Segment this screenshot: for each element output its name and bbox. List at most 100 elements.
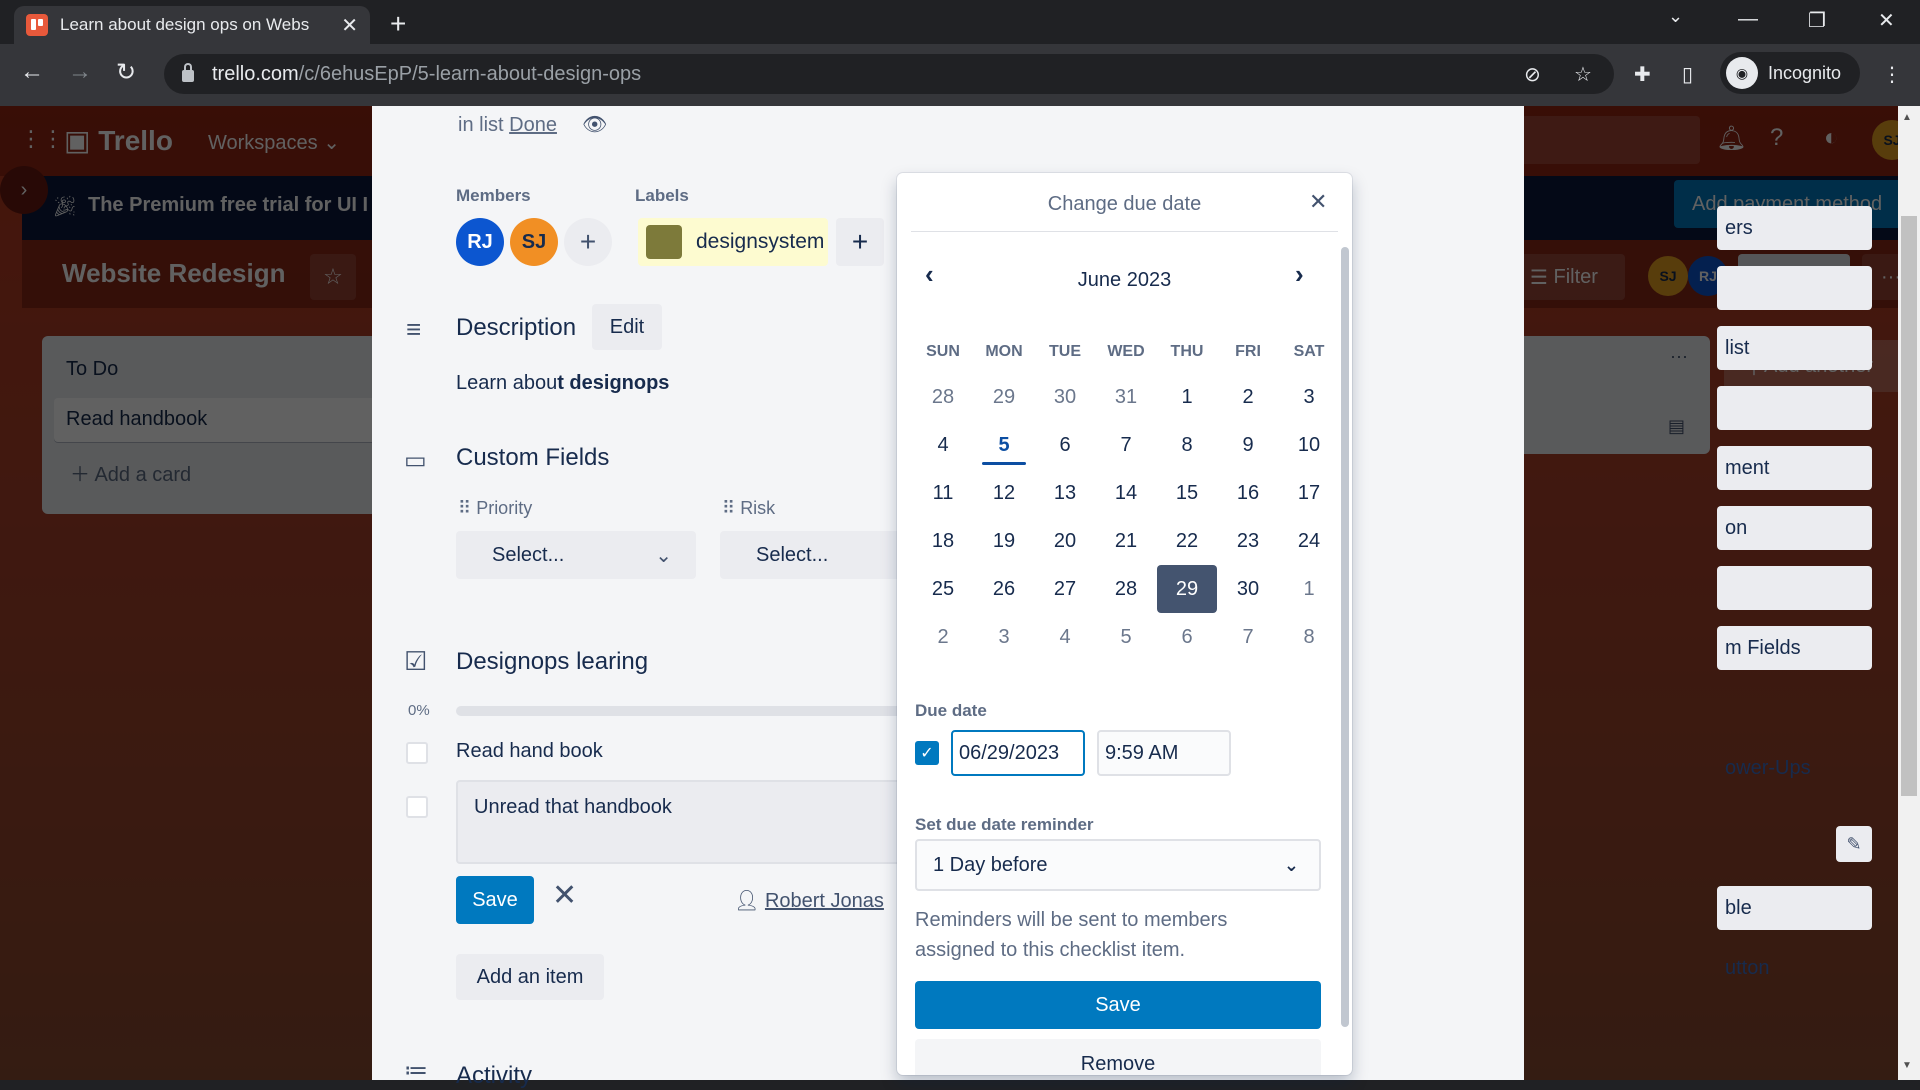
sidebar-button[interactable] <box>1717 266 1872 310</box>
scroll-down-icon[interactable]: ▼ <box>1902 1060 1912 1071</box>
calendar-day[interactable]: 4 <box>1035 613 1095 661</box>
edit-pencil-icon[interactable]: ✎ <box>1836 826 1872 862</box>
calendar-day[interactable]: 13 <box>1035 469 1095 517</box>
calendar-day[interactable]: 2 <box>913 613 973 661</box>
remove-due-date-button[interactable]: Remove <box>915 1039 1321 1075</box>
sidebar-button[interactable]: on <box>1725 517 1747 540</box>
calendar-day[interactable]: 7 <box>1218 613 1278 661</box>
calendar-day[interactable]: 30 <box>1218 565 1278 613</box>
calendar-day[interactable]: 6 <box>1157 613 1217 661</box>
list-link[interactable]: Done <box>509 114 557 136</box>
save-item-button[interactable]: Save <box>456 876 534 924</box>
calendar-day[interactable]: 8 <box>1279 613 1339 661</box>
bookmark-star-icon[interactable]: ☆ <box>1574 62 1592 87</box>
browser-tab[interactable]: Learn about design ops on Webs ✕ <box>14 6 370 44</box>
calendar-day[interactable]: 18 <box>913 517 973 565</box>
forward-icon[interactable]: → <box>68 58 92 86</box>
calendar-day[interactable]: 3 <box>1279 373 1339 421</box>
calendar-day[interactable]: 8 <box>1157 421 1217 469</box>
member-avatar[interactable]: SJ <box>510 218 558 266</box>
calendar-day[interactable]: 28 <box>913 373 973 421</box>
calendar-day[interactable]: 27 <box>1035 565 1095 613</box>
scroll-up-icon[interactable]: ▲ <box>1902 112 1912 123</box>
restore-icon[interactable]: ❐ <box>1808 8 1826 33</box>
save-due-date-button[interactable]: Save <box>915 981 1321 1029</box>
close-window-icon[interactable]: ✕ <box>1878 8 1895 33</box>
calendar-day[interactable]: 5 <box>974 421 1034 469</box>
sidebar-button[interactable] <box>1717 386 1872 430</box>
checklist-item-text[interactable]: Read hand book <box>456 740 603 763</box>
calendar-day[interactable]: 3 <box>974 613 1034 661</box>
calendar-day[interactable]: 1 <box>1279 565 1339 613</box>
time-input[interactable]: 9:59 AM <box>1097 730 1231 776</box>
calendar-day[interactable]: 28 <box>1096 565 1156 613</box>
checklist-checkbox[interactable] <box>406 742 428 764</box>
sidebar-button[interactable]: ers <box>1725 217 1753 240</box>
calendar-day[interactable]: 20 <box>1035 517 1095 565</box>
incognito-profile[interactable]: ◉ Incognito <box>1720 52 1860 94</box>
calendar-day[interactable]: 26 <box>974 565 1034 613</box>
date-input[interactable]: 06/29/2023 <box>951 730 1085 776</box>
minimize-icon[interactable]: — <box>1738 8 1758 31</box>
extensions-icon[interactable]: ✚ <box>1634 62 1651 87</box>
add-label-button[interactable]: + <box>836 218 884 266</box>
side-panel-icon[interactable]: ▯ <box>1682 62 1693 87</box>
calendar-day[interactable]: 1 <box>1157 373 1217 421</box>
calendar-day[interactable]: 30 <box>1035 373 1095 421</box>
calendar-day[interactable]: 24 <box>1279 517 1339 565</box>
calendar-day[interactable]: 12 <box>974 469 1034 517</box>
address-bar[interactable]: trello.com/c/6ehusEpP/5-learn-about-desi… <box>164 54 1614 94</box>
checklist-title[interactable]: Designops learing <box>456 648 648 676</box>
close-popover-icon[interactable]: ✕ <box>1309 189 1327 215</box>
calendar-day[interactable]: 2 <box>1218 373 1278 421</box>
calendar-day[interactable]: 23 <box>1218 517 1278 565</box>
add-member-button[interactable]: + <box>564 218 612 266</box>
calendar-day[interactable]: 6 <box>1035 421 1095 469</box>
label-chip[interactable]: designsystem <box>638 218 828 266</box>
sidebar-button[interactable] <box>1717 566 1872 610</box>
add-item-button[interactable]: Add an item <box>456 954 604 1000</box>
calendar-day[interactable]: 10 <box>1279 421 1339 469</box>
calendar-day[interactable]: 7 <box>1096 421 1156 469</box>
reminder-select[interactable]: 1 Day before ⌄ <box>915 839 1321 891</box>
sidebar-button[interactable]: ment <box>1725 457 1769 480</box>
cancel-edit-icon[interactable]: ✕ <box>552 878 577 913</box>
calendar-day[interactable]: 29 <box>1157 565 1217 613</box>
calendar-day[interactable]: 22 <box>1157 517 1217 565</box>
calendar-day[interactable]: 21 <box>1096 517 1156 565</box>
watch-eye-icon[interactable]: 👁︎ <box>582 112 607 137</box>
edit-description-button[interactable]: Edit <box>592 304 662 350</box>
calendar-day[interactable]: 29 <box>974 373 1034 421</box>
assign-member-button[interactable]: 👤︎ Robert Jonas <box>734 888 884 913</box>
browser-menu-icon[interactable]: ⋮ <box>1882 62 1902 87</box>
sidebar-button[interactable]: list <box>1725 337 1749 360</box>
sidebar-button[interactable]: ble <box>1725 897 1752 920</box>
sidebar-button[interactable]: m Fields <box>1725 637 1801 660</box>
calendar-day[interactable]: 31 <box>1096 373 1156 421</box>
calendar-day[interactable]: 4 <box>913 421 973 469</box>
popover-scrollbar[interactable] <box>1341 247 1349 1027</box>
calendar-day[interactable]: 11 <box>913 469 973 517</box>
page-scrollbar[interactable]: ▲ ▼ <box>1898 106 1920 1080</box>
calendar-day[interactable]: 5 <box>1096 613 1156 661</box>
calendar-day[interactable]: 25 <box>913 565 973 613</box>
scrollbar-thumb[interactable] <box>1901 216 1917 796</box>
calendar-day[interactable]: 15 <box>1157 469 1217 517</box>
calendar-day[interactable]: 19 <box>974 517 1034 565</box>
calendar-day[interactable]: 14 <box>1096 469 1156 517</box>
back-icon[interactable]: ← <box>20 58 44 86</box>
calendar-day[interactable]: 17 <box>1279 469 1339 517</box>
description-text[interactable]: Learn about designops <box>456 372 669 395</box>
reload-icon[interactable]: ↻ <box>116 58 136 87</box>
calendar-day[interactable]: 16 <box>1218 469 1278 517</box>
new-tab-button[interactable]: + <box>390 8 406 40</box>
member-avatar[interactable]: RJ <box>456 218 504 266</box>
sidebar-button[interactable]: utton <box>1725 957 1769 980</box>
priority-select[interactable]: Select... ⌄ <box>456 531 696 579</box>
next-month-icon[interactable]: › <box>1295 259 1304 290</box>
due-date-checkbox[interactable]: ✓ <box>915 741 939 765</box>
tracking-protection-icon[interactable]: ⊘ <box>1524 62 1541 87</box>
checklist-checkbox[interactable] <box>406 796 428 818</box>
calendar-day[interactable]: 9 <box>1218 421 1278 469</box>
tab-close-icon[interactable]: ✕ <box>341 13 358 38</box>
